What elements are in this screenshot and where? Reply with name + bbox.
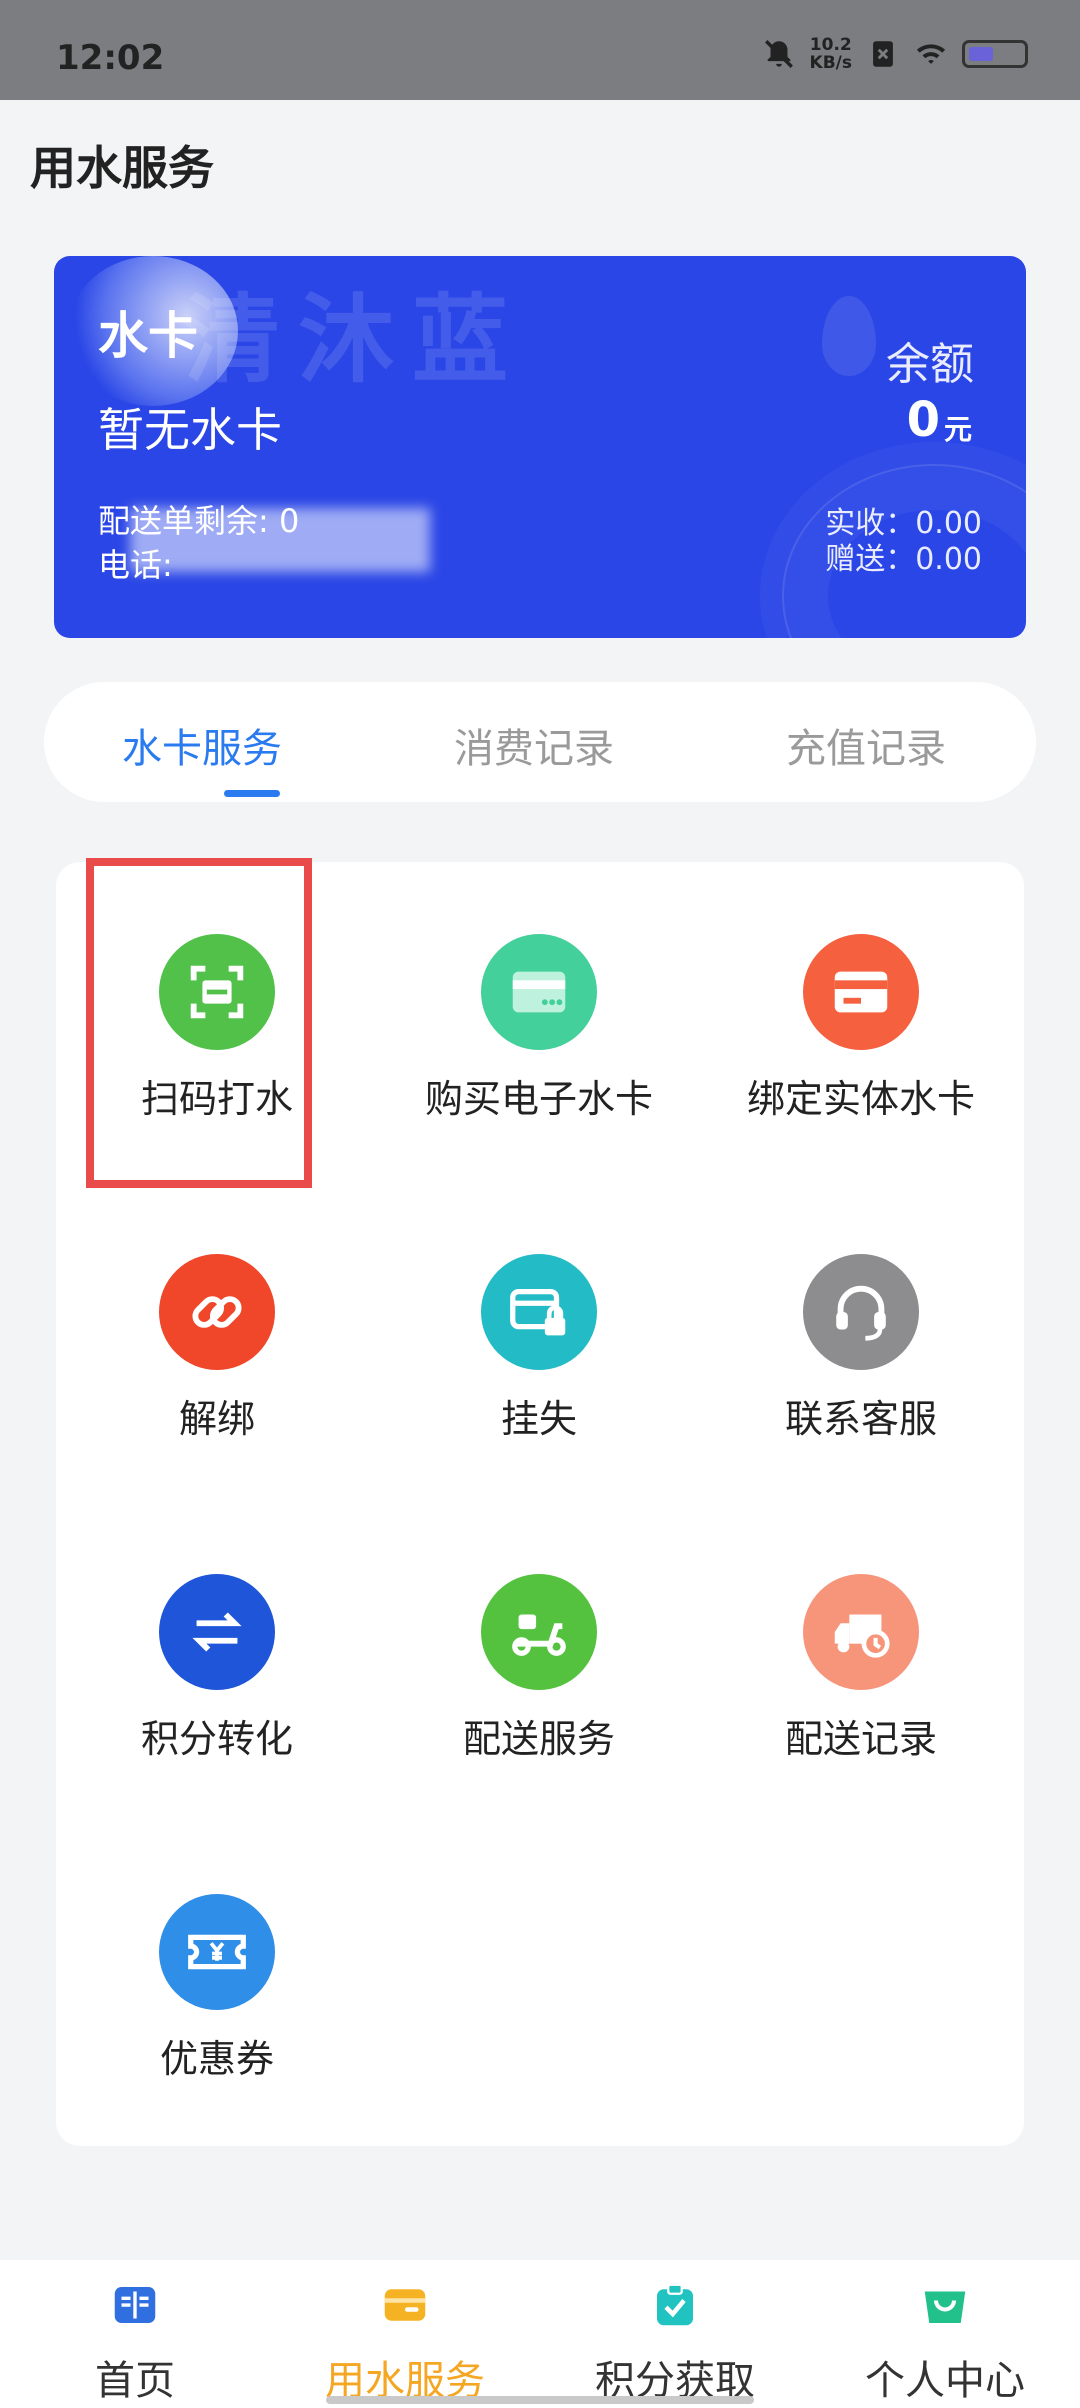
tab-consumption-records[interactable]: 消费记录	[454, 716, 614, 774]
headset-icon	[803, 1254, 919, 1370]
clipboard-check-icon	[657, 2283, 693, 2326]
service-unbind[interactable]: 解绑	[56, 1254, 378, 1454]
service-label: 配送记录	[784, 1717, 937, 1761]
drop-decoration	[822, 296, 876, 376]
status-time: 12:02	[56, 38, 165, 78]
swap-icon	[159, 1574, 275, 1690]
basket-icon	[924, 2291, 966, 2323]
tab-water-card-service[interactable]: 水卡服务	[122, 716, 282, 774]
wifi-icon	[916, 44, 946, 64]
lock-card-icon	[481, 1254, 597, 1370]
page-title: 用水服务	[30, 141, 214, 195]
truck-clock-icon	[803, 1574, 919, 1690]
sim-off-icon	[873, 41, 893, 67]
bottom-nav: 首页 用水服务 积分获取 个人中心	[0, 2260, 1080, 2408]
nav-label: 个人中心	[865, 2358, 1025, 2404]
service-buy-ecard[interactable]: 购买电子水卡	[378, 934, 700, 1134]
service-label: 挂失	[500, 1397, 577, 1441]
nav-label: 首页	[95, 2358, 175, 2404]
status-icons: 10.2 KB/s	[762, 36, 1028, 72]
service-label: 联系客服	[784, 1397, 937, 1441]
water-card[interactable]: 清沐蓝 水卡 暂无水卡 配送单剩余: 0 电话: 余额 0 元 实收：0.00 …	[54, 256, 1026, 638]
home-indicator[interactable]	[326, 2396, 754, 2404]
service-label: 配送服务	[462, 1717, 615, 1761]
network-speed: 10.2 KB/s	[810, 36, 852, 72]
service-contact-support[interactable]: 联系客服	[700, 1254, 1022, 1454]
service-bind-physical-card[interactable]: 绑定实体水卡	[700, 934, 1022, 1134]
gift-amount: 赠送：0.00	[825, 542, 982, 577]
service-label: 绑定实体水卡	[746, 1077, 975, 1121]
coupon-icon	[159, 1894, 275, 2010]
scooter-icon	[481, 1574, 597, 1690]
service-label: 积分转化	[140, 1717, 293, 1761]
unlink-icon	[159, 1254, 275, 1370]
service-points-convert[interactable]: 积分转化	[56, 1574, 378, 1774]
status-bar: 12:02 10.2 KB/s	[0, 0, 1080, 100]
privacy-mask	[130, 508, 430, 572]
service-delivery[interactable]: 配送服务	[378, 1574, 700, 1774]
nav-points[interactable]: 积分获取	[540, 2278, 810, 2406]
service-label: 解绑	[178, 1397, 255, 1441]
service-coupon[interactable]: 优惠券	[56, 1894, 378, 2094]
battery-level	[969, 47, 993, 61]
nav-home[interactable]: 首页	[0, 2278, 270, 2406]
nav-profile[interactable]: 个人中心	[810, 2278, 1080, 2406]
balance-unit: 元	[943, 413, 972, 446]
highlight-box	[86, 858, 312, 1188]
card-status: 暂无水卡	[98, 403, 282, 457]
balance-value: 0	[906, 392, 940, 448]
active-tab-indicator	[224, 790, 280, 797]
service-label: 优惠券	[159, 2037, 274, 2081]
service-report-loss[interactable]: 挂失	[378, 1254, 700, 1454]
tab-recharge-records[interactable]: 充值记录	[786, 716, 946, 774]
service-label: 购买电子水卡	[424, 1077, 653, 1121]
bind-card-icon	[803, 934, 919, 1050]
bell-muted-icon	[764, 40, 793, 68]
wallet-icon	[384, 2289, 426, 2321]
battery-icon	[962, 40, 1028, 68]
service-delivery-records[interactable]: 配送记录	[700, 1574, 1022, 1774]
balance-label: 余额	[886, 339, 974, 390]
card-icon	[481, 934, 597, 1050]
speed-unit: KB/s	[809, 53, 852, 73]
card-label: 水卡	[98, 307, 198, 365]
speed-value: 10.2	[809, 35, 852, 55]
book-icon	[114, 2287, 156, 2323]
nav-water-service[interactable]: 用水服务	[270, 2278, 540, 2406]
tab-bar: 水卡服务 消费记录 充值记录	[44, 682, 1036, 802]
card-watermark: 清沐蓝	[184, 284, 526, 396]
